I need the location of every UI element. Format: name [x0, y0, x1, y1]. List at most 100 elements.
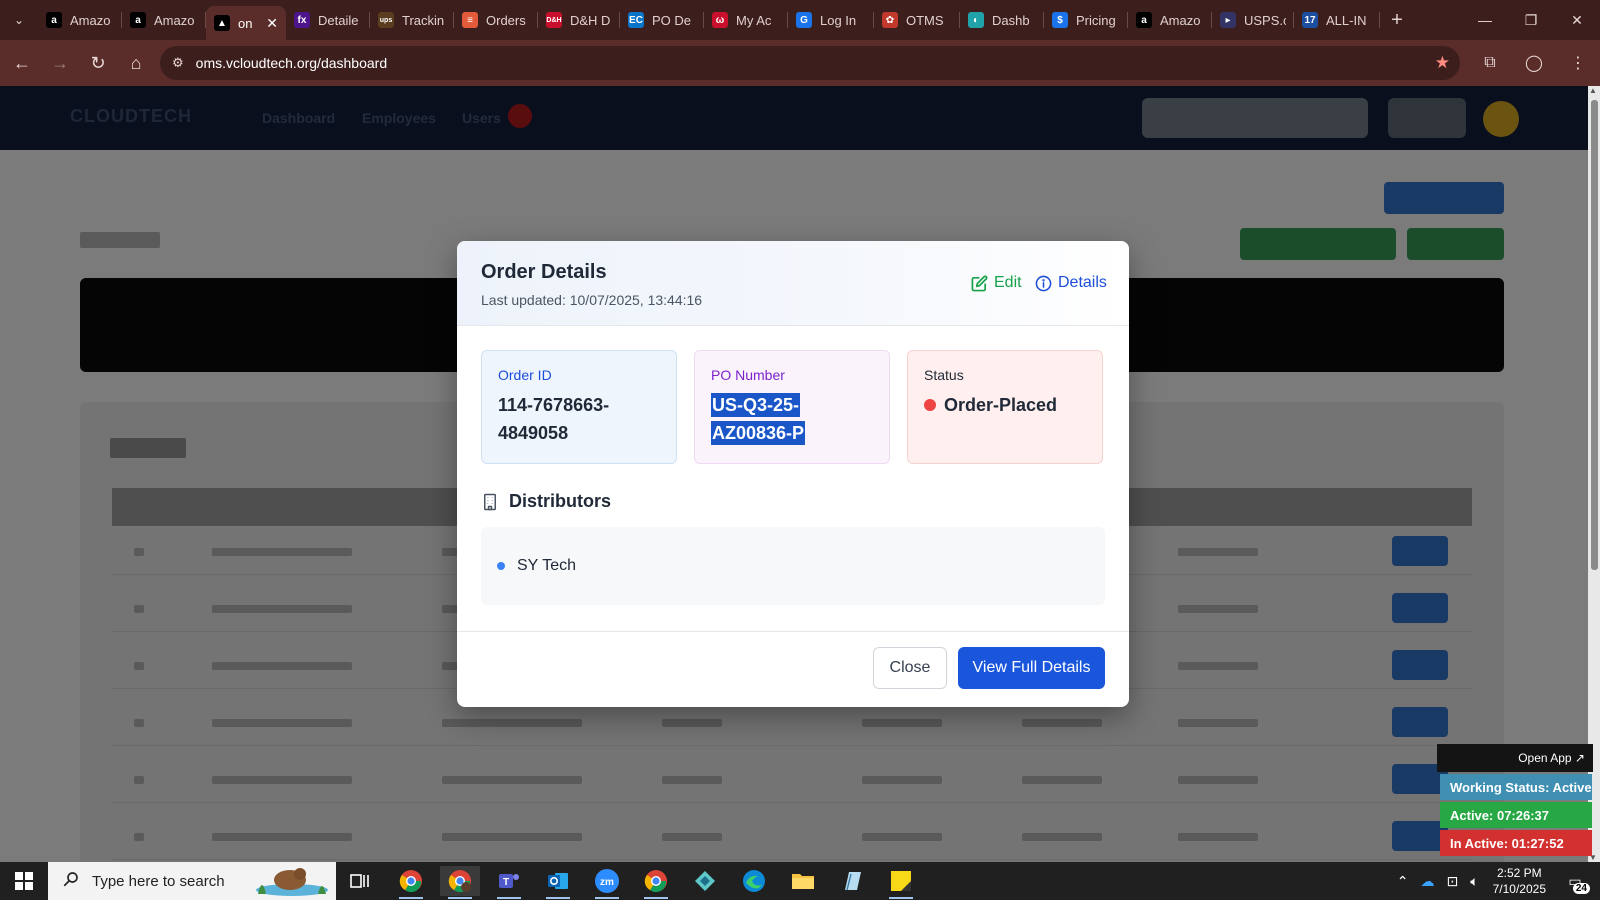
amazon-icon: a — [130, 12, 146, 28]
login-icon: G — [796, 12, 812, 28]
scroll-up-icon[interactable]: ▲ — [1589, 86, 1597, 95]
chrome-profile-2-icon[interactable] — [636, 866, 676, 899]
site-settings-icon[interactable]: ⚙ — [172, 55, 184, 71]
dashboard-logo-icon: ◐ — [968, 12, 984, 28]
tab-label: on — [238, 15, 253, 31]
dimmed-cell — [442, 719, 582, 727]
app-diamond-icon[interactable] — [685, 866, 725, 896]
clock-date: 7/10/2025 — [1492, 882, 1546, 896]
tab-11[interactable]: ◐ Dashb — [960, 0, 1044, 40]
circle-logo-icon: ω — [712, 12, 728, 28]
tab-14[interactable]: ▸ USPS.c — [1212, 0, 1294, 40]
profile-icon[interactable]: ◯ — [1512, 53, 1556, 73]
edit-button[interactable]: Edit — [971, 274, 1022, 292]
taskbar-search-input[interactable]: Type here to search — [48, 862, 336, 900]
details-button[interactable]: Details — [1035, 274, 1107, 292]
chrome-profile-icon[interactable] — [440, 866, 480, 899]
dimmed-cell — [442, 776, 582, 784]
dimmed-cell — [212, 776, 352, 784]
tab-1[interactable]: a Amazo — [122, 0, 206, 40]
tab-6[interactable]: D&H D&H D — [538, 0, 620, 40]
forward-arrow-icon[interactable]: → — [42, 45, 78, 81]
minimize-icon[interactable]: — — [1462, 0, 1508, 40]
tab-2[interactable]: ▲ on ✕ — [206, 6, 286, 40]
sticky-notes-icon[interactable] — [881, 866, 921, 899]
taskbar-clock[interactable]: 2:52 PM 7/10/2025 — [1493, 865, 1546, 897]
tab-10[interactable]: ✿ OTMS — [874, 0, 960, 40]
network-icon[interactable]: ⊡ — [1446, 873, 1458, 890]
show-hidden-icons-chevron-icon[interactable]: ⌃ — [1397, 873, 1409, 890]
last-updated-text: Last updated: 10/07/2025, 13:44:16 — [481, 292, 703, 308]
tab-7[interactable]: EC PO De — [620, 0, 704, 40]
dimmed-blue-button — [1384, 182, 1504, 214]
browser-tab-strip: ⌄ a Amazo a Amazo ▲ on ✕ fx Detaile ups Trackin ≡ Or… — [0, 0, 1600, 40]
zoom-icon[interactable]: zm — [587, 866, 627, 899]
tab-15[interactable]: 17 ALL-IN — [1294, 0, 1380, 40]
tab-0[interactable]: a Amazo — [38, 0, 122, 40]
teams-icon[interactable]: T — [489, 866, 529, 899]
dimmed-cell — [662, 776, 722, 784]
notepad-icon[interactable] — [832, 866, 872, 896]
open-app-button[interactable]: Open App ↗ — [1437, 744, 1593, 772]
dimmed-cell — [1022, 719, 1102, 727]
more-menu-icon[interactable]: ⋮ — [1556, 53, 1600, 73]
amazon-icon: a — [1136, 12, 1152, 28]
dimmed-cell — [1178, 605, 1258, 613]
details-label: Details — [1058, 274, 1107, 291]
dimmed-view-button — [1392, 707, 1448, 737]
notification-center-icon[interactable]: ▭ 24 — [1560, 862, 1590, 900]
tab-9[interactable]: G Log In — [788, 0, 874, 40]
back-arrow-icon[interactable]: ← — [4, 45, 40, 81]
edge-icon[interactable] — [734, 866, 774, 896]
tab-label: USPS.c — [1244, 12, 1286, 28]
dimmed-orders-title — [110, 438, 186, 458]
volume-icon[interactable]: 🔈︎ — [1470, 873, 1478, 890]
distributor-name: SY Tech — [517, 557, 577, 574]
active-time-badge: Active: 07:26:37 — [1440, 802, 1592, 828]
order-id-card: Order ID 114-7678663- 4849058 — [481, 350, 677, 464]
tab-4[interactable]: ups Trackin — [370, 0, 454, 40]
dimmed-cell — [134, 548, 144, 556]
dimmed-cell — [1178, 662, 1258, 670]
tab-13[interactable]: a Amazo — [1128, 0, 1212, 40]
clock-time: 2:52 PM — [1496, 866, 1542, 880]
scrollbar-thumb[interactable] — [1591, 100, 1598, 570]
dimmed-cell — [134, 833, 144, 841]
reload-icon[interactable]: ↻ — [80, 45, 116, 81]
bookmark-star-icon[interactable]: ★ — [1435, 53, 1450, 73]
tab-label: Amazo — [154, 12, 195, 28]
edit-icon — [971, 275, 988, 292]
status-badge: Order-Placed — [924, 391, 1086, 419]
onedrive-cloud-icon[interactable]: ☁ — [1420, 873, 1434, 890]
chrome-icon[interactable] — [391, 866, 431, 899]
home-icon[interactable]: ⌂ — [118, 45, 154, 81]
app-logo: CLOUDTECH — [70, 106, 192, 126]
info-icon — [1035, 275, 1052, 292]
nav-employees: Employees — [362, 110, 436, 126]
distributors-heading-text: Distributors — [509, 491, 612, 511]
task-view-icon[interactable] — [340, 866, 380, 896]
dimmed-cell — [1022, 833, 1102, 841]
start-windows-icon[interactable] — [0, 862, 48, 900]
outlook-icon[interactable] — [538, 866, 578, 899]
status-label: Status — [924, 367, 964, 383]
address-bar[interactable]: ⚙ oms.vcloudtech.org/dashboard ★ — [160, 46, 1460, 80]
dimmed-row-divider — [112, 859, 1472, 860]
close-window-icon[interactable]: ✕ — [1554, 0, 1600, 40]
tab-5[interactable]: ≡ Orders — [454, 0, 538, 40]
view-full-details-button[interactable]: View Full Details — [958, 647, 1105, 689]
extensions-puzzle-icon[interactable]: ⧉ — [1468, 54, 1512, 72]
dimmed-view-button — [1392, 536, 1448, 566]
tab-12[interactable]: $ Pricing — [1044, 0, 1128, 40]
tab-3[interactable]: fx Detaile — [286, 0, 370, 40]
tab-close-icon[interactable]: ✕ — [266, 15, 278, 32]
new-tab-plus-icon[interactable]: + — [1380, 0, 1414, 40]
restore-icon[interactable]: ❐ — [1508, 0, 1554, 40]
po-number-card: PO Number US-Q3-25- AZ00836-P — [694, 350, 890, 464]
file-explorer-icon[interactable] — [783, 866, 823, 896]
tab-search-chevron-icon[interactable]: ⌄ — [0, 0, 38, 40]
modal-header: Order Details Last updated: 10/07/2025, … — [457, 241, 1129, 326]
close-button[interactable]: Close — [873, 647, 947, 689]
dimmed-cell — [1178, 833, 1258, 841]
tab-8[interactable]: ω My Ac — [704, 0, 788, 40]
